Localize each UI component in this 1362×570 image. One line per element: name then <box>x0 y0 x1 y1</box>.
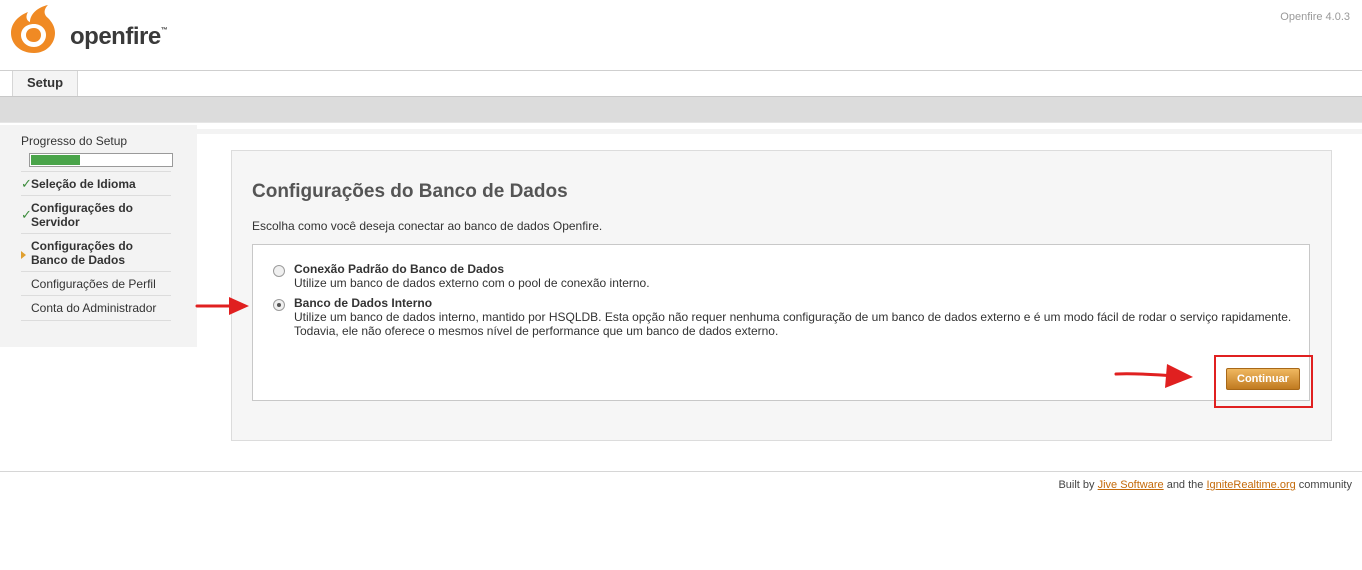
openfire-logo[interactable]: openfire™ <box>8 3 178 55</box>
radio-standard-connection[interactable] <box>273 265 285 277</box>
sub-nav-bar <box>0 96 1362 123</box>
sidebar-item-idioma[interactable]: ✓ Seleção de Idioma <box>21 171 171 196</box>
annotation-arrow-icon <box>1114 364 1193 388</box>
option-description: Utilize um banco de dados externo com o … <box>294 276 650 290</box>
sidebar-top-strip <box>193 129 1362 134</box>
version-label: Openfire 4.0.3 <box>1280 11 1350 23</box>
database-settings-panel: Configurações do Banco de Dados Escolha … <box>231 150 1332 441</box>
sidebar: Progresso do Setup ✓ Seleção de Idioma ✓… <box>0 125 197 347</box>
option-title: Banco de Dados Interno <box>294 296 433 310</box>
sidebar-item-perfil[interactable]: Configurações de Perfil <box>21 271 171 296</box>
progress-label: Progresso do Setup <box>21 134 128 148</box>
radio-embedded-database[interactable] <box>273 299 285 311</box>
progress-bar <box>29 153 173 167</box>
sidebar-item-banco-de-dados[interactable]: Configurações do Banco de Dados <box>21 233 171 272</box>
jive-software-link[interactable]: Jive Software <box>1098 479 1164 491</box>
tab-setup[interactable]: Setup <box>12 71 78 96</box>
flame-logo-icon <box>11 5 55 53</box>
footer-divider <box>0 471 1362 472</box>
sidebar-item-servidor[interactable]: ✓ Configurações do Servidor <box>21 195 171 234</box>
progress-fill <box>31 155 80 165</box>
footer: Built by Jive Software and the IgniteRea… <box>1058 479 1352 491</box>
igniterealtime-link[interactable]: IgniteRealtime.org <box>1206 479 1295 491</box>
option-title: Conexão Padrão do Banco de Dados <box>294 262 505 276</box>
logo-wordmark: openfire™ <box>70 23 168 50</box>
annotation-arrow-icon <box>195 297 249 315</box>
continue-button[interactable]: Continuar <box>1226 368 1300 390</box>
tab-bar: Setup <box>0 70 1362 97</box>
sidebar-item-administrador[interactable]: Conta do Administrador <box>21 295 171 321</box>
page-description: Escolha como você deseja conectar ao ban… <box>252 219 603 233</box>
header: openfire™ Openfire 4.0.3 <box>0 0 1362 70</box>
option-description: Utilize um banco de dados interno, manti… <box>294 310 1292 338</box>
current-step-arrow-icon <box>21 251 26 259</box>
page-title: Configurações do Banco de Dados <box>252 181 568 202</box>
